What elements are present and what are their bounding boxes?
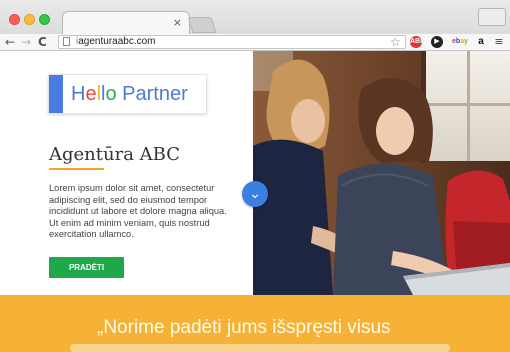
ebay-extension-icon[interactable]: ebay <box>450 36 470 48</box>
hero-photo <box>253 51 510 295</box>
forward-icon[interactable]: → <box>21 34 31 50</box>
play-extension-icon[interactable]: ▶ <box>431 36 443 48</box>
banner-quote: „Norime padėti jums išspręsti visus <box>97 317 391 338</box>
woman-right-face <box>376 107 414 155</box>
logo-text: Hello Partner <box>71 83 188 106</box>
logo-letter: e <box>85 83 97 105</box>
new-tab-button[interactable] <box>187 17 217 33</box>
banner-quote-line-2 <box>70 344 450 352</box>
title-underline <box>49 168 104 170</box>
amazon-extension-icon[interactable]: a <box>476 36 486 48</box>
page-icon <box>63 37 70 46</box>
bookmark-star-icon[interactable]: ☆ <box>390 34 401 50</box>
reload-icon[interactable]: C <box>38 34 47 50</box>
start-button[interactable]: PRADĖTI <box>49 257 124 278</box>
hero-description: Lorem ipsum dolor sit amet, consectetur … <box>49 183 227 239</box>
browser-tab[interactable]: × <box>62 11 190 34</box>
minimize-window-button[interactable] <box>24 14 35 25</box>
logo-letter: Partner <box>116 83 188 105</box>
woman-left-body <box>253 139 333 295</box>
web-page: Hello Partner Agentūra ABC Lorem ipsum d… <box>0 51 510 352</box>
logo-letter: o <box>105 83 117 105</box>
ebay-y: y <box>464 38 468 45</box>
browser-titlebar: × <box>0 0 510 34</box>
address-bar[interactable]: iagenturaabc.com <box>58 35 406 49</box>
menu-icon[interactable]: ≡ <box>493 36 505 48</box>
hero-text-panel: Hello Partner Agentūra ABC Lorem ipsum d… <box>0 51 253 295</box>
close-window-button[interactable] <box>9 14 20 25</box>
maximize-window-button[interactable] <box>39 14 50 25</box>
page-title: Agentūra ABC <box>49 144 180 165</box>
back-icon[interactable]: ← <box>5 34 15 50</box>
quote-banner: „Norime padėti jums išspręsti visus <box>0 295 510 352</box>
close-tab-icon[interactable]: × <box>173 16 182 29</box>
adblock-extension-icon[interactable]: ABP <box>410 36 425 48</box>
scroll-down-button[interactable]: ⌄ <box>242 181 268 207</box>
logo[interactable]: Hello Partner <box>48 74 207 114</box>
hero-photo-illustration <box>253 51 510 295</box>
woman-left-face <box>291 99 325 143</box>
url-domain: agenturaabc.com <box>78 36 156 47</box>
profile-button[interactable] <box>478 8 506 26</box>
logo-letter: H <box>71 83 86 105</box>
url-text[interactable]: iagenturaabc.com <box>76 36 156 48</box>
logo-stripe <box>49 75 63 113</box>
chevron-down-icon: ⌄ <box>249 186 261 202</box>
